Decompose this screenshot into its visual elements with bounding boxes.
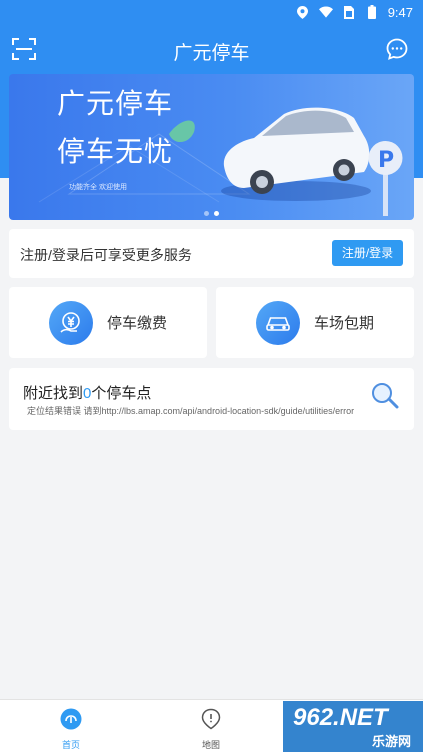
lot-subscription-card[interactable]: 车场包期 xyxy=(216,287,414,358)
location-icon xyxy=(296,5,310,19)
tab-map[interactable]: 地图 xyxy=(181,708,241,751)
parking-fee-icon xyxy=(49,300,93,345)
status-time: 9:47 xyxy=(387,4,413,20)
login-prompt: 注册/登录后可享受更多服务 注册/登录 xyxy=(9,229,414,278)
home-icon xyxy=(60,708,82,730)
promo-banner[interactable]: P 广元停车 停车无忧 功能齐全 欢迎使用 xyxy=(9,74,414,220)
car-illustration xyxy=(221,107,371,201)
message-button[interactable] xyxy=(385,37,409,61)
svg-text:P: P xyxy=(378,148,394,173)
watermark-line-2: 乐游网 xyxy=(371,734,411,749)
login-prompt-text: 注册/登录后可享受更多服务 xyxy=(20,247,192,263)
map-pin-icon xyxy=(201,708,221,730)
tab-home[interactable]: 首页 xyxy=(41,708,101,751)
parking-sign-illustration: P xyxy=(368,141,403,216)
banner-subtitle: 停车无忧 xyxy=(57,136,174,167)
lot-subscription-label: 车场包期 xyxy=(314,315,375,332)
parking-payment-label: 停车缴费 xyxy=(107,315,168,332)
parking-payment-card[interactable]: 停车缴费 xyxy=(9,287,207,358)
watermark-line-1: 962.NET xyxy=(293,704,388,731)
site-watermark: 962.NET 乐游网 xyxy=(283,701,423,752)
wifi-icon xyxy=(318,5,333,19)
tab-map-label: 地图 xyxy=(201,740,220,750)
page-title: 广元停车 xyxy=(173,43,250,64)
status-bar: 9:47 xyxy=(0,0,423,24)
nearby-prefix: 附近找到 xyxy=(23,385,84,402)
magnifier-icon xyxy=(372,383,399,409)
car-icon xyxy=(256,300,300,345)
banner-pagination xyxy=(204,211,219,216)
location-error-text: 定位结果错误 请到http://lbs.amap.com/api/android… xyxy=(27,406,355,416)
register-login-button[interactable]: 注册/登录 xyxy=(332,240,403,266)
nearby-parking-card[interactable]: 附近找到0个停车点 定位结果错误 请到http://lbs.amap.com/a… xyxy=(9,368,414,430)
tab-home-label: 首页 xyxy=(61,740,80,750)
banner-dot[interactable] xyxy=(204,211,209,216)
banner-dot-active[interactable] xyxy=(214,211,219,216)
nearby-suffix: 个停车点 xyxy=(91,385,152,402)
sim-icon xyxy=(342,5,356,19)
chat-bubble-icon xyxy=(386,38,408,60)
banner-title: 广元停车 xyxy=(57,88,174,119)
banner-small-text: 功能齐全 欢迎使用 xyxy=(69,184,127,191)
battery-icon xyxy=(365,5,379,19)
app-bar: 广元停车 xyxy=(0,28,423,70)
nearby-heading: 附近找到0个停车点 xyxy=(23,382,151,403)
